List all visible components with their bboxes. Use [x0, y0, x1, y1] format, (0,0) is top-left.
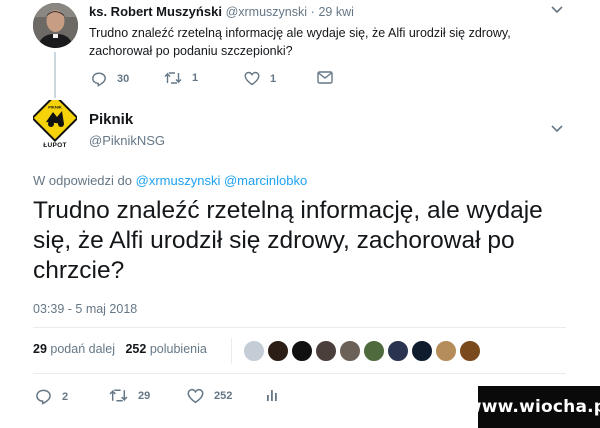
svg-text:PIKNIK: PIKNIK: [48, 105, 62, 110]
divider: [33, 327, 566, 328]
like-icon: [244, 71, 260, 86]
liker-avatar[interactable]: [266, 339, 290, 363]
like-icon: [187, 388, 204, 404]
retweet-icon: [164, 71, 182, 85]
parent-tweet-text: Trudno znaleźć rzetelną informację ale w…: [89, 26, 511, 58]
stats-separator: [231, 338, 232, 364]
liker-avatar[interactable]: [338, 339, 362, 363]
liker-avatar[interactable]: [386, 339, 410, 363]
thread-connector-line: [54, 52, 56, 98]
chevron-down-icon[interactable]: [551, 6, 563, 14]
retweets-stat-link[interactable]: 29 podań dalej: [33, 342, 119, 356]
watermark: www.wiocha.pl: [466, 386, 600, 428]
liker-avatar[interactable]: [410, 339, 434, 363]
direct-message-button[interactable]: [317, 71, 333, 84]
parent-author-avatar[interactable]: [33, 3, 78, 48]
divider: [33, 373, 566, 374]
liker-avatar[interactable]: [458, 339, 482, 363]
main-author-handle[interactable]: @PiknikNSG: [89, 133, 165, 148]
main-author-avatar[interactable]: PIKNIK: [30, 93, 80, 148]
reply-mentions-link[interactable]: @xrmuszynski @marcinlobko: [136, 173, 308, 188]
reply-button[interactable]: 2: [35, 388, 68, 405]
main-tweet-text: Trudno znaleźć rzetelną informację, ale …: [33, 197, 543, 284]
direct-message-icon: [317, 71, 333, 84]
retweet-count: 1: [192, 72, 199, 84]
reply-count: 30: [117, 73, 130, 85]
like-button[interactable]: 1: [244, 71, 276, 86]
liker-avatar[interactable]: [362, 339, 386, 363]
liker-avatar[interactable]: [290, 339, 314, 363]
like-count: 1: [270, 72, 277, 85]
parent-tweet-header: ks. Robert Muszyński @xrmuszynski · 29 k…: [89, 4, 354, 19]
analytics-icon: [266, 388, 278, 402]
retweet-count: 29: [138, 389, 151, 402]
engagement-stats: 29 podań dalej 252 polubienia: [33, 342, 207, 356]
main-avatar-label: ŁUPOT: [43, 142, 67, 149]
main-tweet-actions: 2 29 252: [33, 388, 333, 408]
liker-avatars: [242, 339, 492, 363]
chevron-down-icon[interactable]: [551, 125, 563, 133]
analytics-button[interactable]: [266, 388, 278, 402]
main-author-name[interactable]: Piknik: [89, 111, 133, 128]
parent-tweet[interactable]: ks. Robert Muszyński @xrmuszynski · 29 k…: [0, 0, 600, 98]
retweet-button[interactable]: 29: [109, 388, 150, 403]
retweet-icon: [109, 388, 128, 403]
retweets-label: podań dalej: [50, 342, 116, 356]
reply-button[interactable]: 30: [91, 71, 129, 87]
parent-author-handle[interactable]: @xrmuszynski: [226, 5, 307, 19]
reply-count: 2: [62, 390, 69, 403]
reply-context: W odpowiedzi do @xrmuszynski @marcinlobk…: [33, 173, 307, 188]
parent-tweet-time[interactable]: 29 kwi: [318, 5, 353, 19]
likes-stat-link[interactable]: 252 polubienia: [125, 342, 206, 356]
watermark-text: www.wiocha.pl: [465, 397, 600, 417]
liker-avatar[interactable]: [242, 339, 266, 363]
reply-prefix: W odpowiedzi do: [33, 173, 132, 188]
retweet-button[interactable]: 1: [164, 71, 198, 85]
likes-count: 252: [125, 342, 147, 356]
reply-icon: [91, 71, 107, 87]
main-tweet-timestamp[interactable]: 03:39 - 5 maj 2018: [33, 302, 137, 316]
liker-avatar[interactable]: [314, 339, 338, 363]
liker-avatar[interactable]: [434, 339, 458, 363]
like-count: 252: [214, 390, 233, 402]
retweets-count: 29: [33, 342, 47, 356]
parent-tweet-actions: 30 1 1: [89, 71, 349, 91]
parent-author-name[interactable]: ks. Robert Muszyński: [89, 4, 222, 19]
like-button[interactable]: 252: [187, 388, 232, 404]
likes-label: polubienia: [149, 342, 207, 356]
reply-icon: [35, 388, 52, 405]
separator-dot: ·: [310, 5, 315, 19]
